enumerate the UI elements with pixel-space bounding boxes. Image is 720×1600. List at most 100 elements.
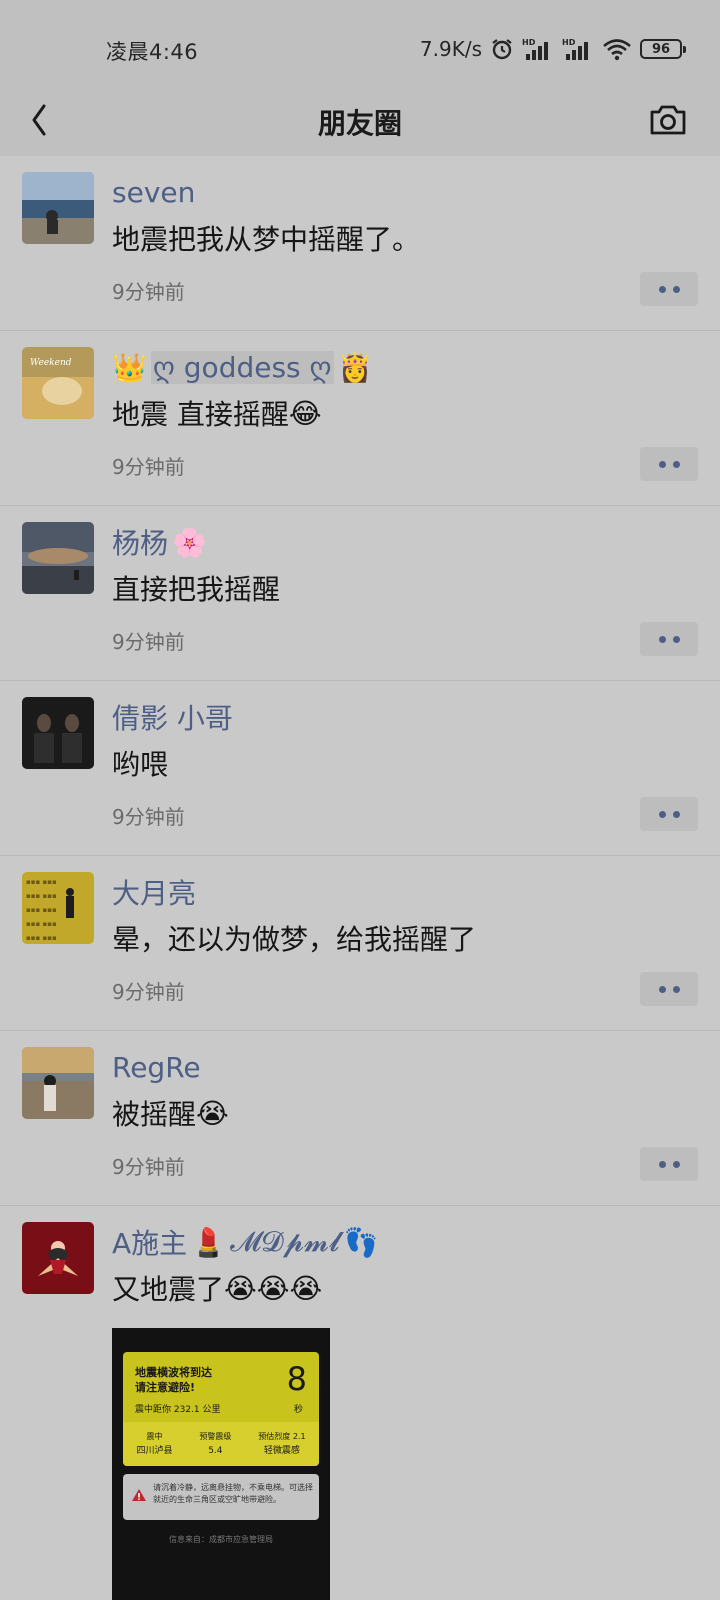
alert-warning: 请沉着冷静，远离悬挂物，不乘电梯。可选择就近的生命三角区或空旷地带避险。 xyxy=(123,1474,319,1520)
post-author[interactable]: 杨杨 🌸 xyxy=(112,522,207,562)
post-content: 直接把我摇醒 xyxy=(112,573,281,606)
post-author[interactable]: RegRe xyxy=(112,1047,201,1087)
post-content: 晕，还以为做梦，给我摇醒了 xyxy=(112,923,477,956)
camera-button[interactable] xyxy=(644,96,692,144)
alert-source: 信息来自：成都市应急管理局 xyxy=(169,1535,273,1544)
more-button[interactable] xyxy=(640,272,698,306)
more-button[interactable] xyxy=(640,447,698,481)
moment-post: 杨杨 🌸 直接把我摇醒 9分钟前 xyxy=(0,506,720,681)
moment-post: ▪▪▪ ▪▪▪ ▪▪▪ ▪▪▪ ▪▪▪ ▪▪▪ ▪▪▪ ▪▪▪ ▪▪▪ ▪▪▪ 大月亮 … xyxy=(0,856,720,1031)
status-time: 凌晨4:46 xyxy=(106,40,199,64)
camera-icon xyxy=(650,105,686,135)
post-time: 9分钟前 xyxy=(112,805,185,829)
svg-text:▪▪▪ ▪▪▪: ▪▪▪ ▪▪▪ xyxy=(26,878,57,886)
alarm-icon xyxy=(490,37,514,61)
svg-text:▪▪▪ ▪▪▪: ▪▪▪ ▪▪▪ xyxy=(26,892,57,900)
top-nav: 朋友圈 xyxy=(0,88,720,156)
dot-icon xyxy=(658,460,666,468)
more-button[interactable] xyxy=(640,1147,698,1181)
post-content: 地震把我从梦中摇醒了。 xyxy=(112,223,421,256)
intensity-label: 预估烈度 2.1 xyxy=(258,1432,306,1441)
alert-subtitle: 请注意避险! xyxy=(135,1381,196,1394)
crying-emoji: 😭 xyxy=(196,1096,229,1130)
avatar[interactable] xyxy=(22,1047,94,1119)
dot-icon xyxy=(672,285,680,293)
alert-title: 地震横波将到达 xyxy=(135,1366,212,1379)
svg-text:▪▪▪ ▪▪▪: ▪▪▪ ▪▪▪ xyxy=(26,920,57,928)
post-time: 9分钟前 xyxy=(112,1155,185,1179)
more-button[interactable] xyxy=(640,622,698,656)
status-bar: 凌晨4:46 7.9K/s HD HD 96 xyxy=(0,0,720,88)
post-author[interactable]: 大月亮 xyxy=(112,872,196,912)
post-image[interactable]: 地震横波将到达 请注意避险! 8 秒 震中距你 232.1 公里 震中 四川泸县… xyxy=(112,1328,330,1600)
wifi-icon xyxy=(602,37,632,61)
svg-text:▪▪▪ ▪▪▪: ▪▪▪ ▪▪▪ xyxy=(26,934,57,942)
svg-text:HD: HD xyxy=(522,38,536,47)
svg-text:Weekend: Weekend xyxy=(30,358,72,368)
dot-icon xyxy=(658,1160,666,1168)
epicenter-label: 震中 xyxy=(146,1432,163,1441)
avatar[interactable] xyxy=(22,1222,94,1294)
dot-icon xyxy=(672,985,680,993)
post-author[interactable]: seven xyxy=(112,172,195,212)
hd-signal-icon: HD xyxy=(562,37,594,61)
laughing-emoji: 😂 xyxy=(288,396,322,430)
post-content-text: 地震 直接摇醒 xyxy=(112,398,289,431)
avatar[interactable] xyxy=(22,172,94,244)
avatar[interactable]: ▪▪▪ ▪▪▪ ▪▪▪ ▪▪▪ ▪▪▪ ▪▪▪ ▪▪▪ ▪▪▪ ▪▪▪ ▪▪▪ xyxy=(22,872,94,944)
alert-unit: 秒 xyxy=(293,1405,303,1415)
dot-icon xyxy=(658,635,666,643)
dot-icon xyxy=(658,810,666,818)
post-author[interactable]: 👑 ღ goddess ღ 👸 xyxy=(112,347,372,387)
dot-icon xyxy=(672,635,680,643)
footprints-emoji: 👣 xyxy=(343,1225,379,1259)
alert-distance: 震中距你 232.1 公里 xyxy=(135,1405,221,1415)
moment-post: 倩影 小哥 哟喂 9分钟前 xyxy=(0,681,720,856)
epicenter-value: 四川泸县 xyxy=(136,1446,173,1456)
crown-emoji: 👑 xyxy=(112,350,147,384)
dot-icon xyxy=(658,285,666,293)
alert-epicenter: 震中 四川泸县 xyxy=(136,1430,172,1458)
alert-countdown: 8 xyxy=(286,1360,307,1398)
post-content: 地震 直接摇醒 😂 xyxy=(112,393,322,433)
dot-icon xyxy=(672,810,680,818)
moment-post: A施主 💄 𝓜𝓓𝓹𝓶𝓵 👣 又地震了 😭😭😭 xyxy=(0,1206,720,1600)
alert-magnitude: 预警震级 5.4 xyxy=(199,1430,231,1458)
avatar[interactable] xyxy=(22,522,94,594)
page-title: 朋友圈 xyxy=(317,107,402,140)
post-content-text: 又地震了 xyxy=(112,1273,225,1306)
avatar[interactable] xyxy=(22,697,94,769)
alert-intensity: 预估烈度 2.1 轻微震感 xyxy=(258,1430,305,1458)
more-button[interactable] xyxy=(640,797,698,831)
net-speed: 7.9K/s xyxy=(419,37,482,61)
post-content-text: 被摇醒 xyxy=(112,1098,197,1131)
battery-icon: 96 xyxy=(640,39,686,59)
post-time: 9分钟前 xyxy=(112,980,185,1004)
post-author[interactable]: 倩影 小哥 xyxy=(112,697,233,737)
svg-text:▪▪▪ ▪▪▪: ▪▪▪ ▪▪▪ xyxy=(26,906,57,914)
avatar[interactable]: Weekend xyxy=(22,347,94,419)
status-icons: 7.9K/s HD HD 96 xyxy=(419,34,686,64)
magnitude-label: 预警震级 xyxy=(199,1432,232,1441)
intensity-value: 轻微震感 xyxy=(263,1446,300,1456)
warning-icon xyxy=(132,1489,146,1501)
post-author-name: ღ goddess ღ xyxy=(150,350,334,384)
post-author-suffix: 𝓜𝓓𝓹𝓶𝓵 xyxy=(230,1225,340,1258)
alert-panel: 地震横波将到达 请注意避险! 8 秒 震中距你 232.1 公里 震中 四川泸县… xyxy=(123,1352,319,1466)
moment-post: RegRe 被摇醒 😭 9分钟前 xyxy=(0,1031,720,1206)
post-author-name: A施主 xyxy=(112,1227,188,1260)
post-author[interactable]: A施主 💄 𝓜𝓓𝓹𝓶𝓵 👣 xyxy=(112,1222,379,1262)
post-author-name: 杨杨 xyxy=(112,527,169,560)
dot-icon xyxy=(672,460,680,468)
lipstick-emoji: 💄 xyxy=(191,1225,227,1259)
moment-post: Weekend 👑 ღ goddess ღ 👸 地震 直接摇醒 😂 9分钟前 xyxy=(0,331,720,506)
blossom-emoji: 🌸 xyxy=(172,525,207,559)
post-time: 9分钟前 xyxy=(112,630,185,654)
hd-signal-icon: HD xyxy=(522,37,554,61)
warning-text: 请沉着冷静，远离悬挂物，不乘电梯。可选择就近的生命三角区或空旷地带避险。 xyxy=(153,1483,313,1504)
moments-feed: seven 地震把我从梦中摇醒了。 9分钟前 Weekend 👑 ღ godde… xyxy=(0,156,720,1600)
post-content: 被摇醒 😭 xyxy=(112,1093,229,1133)
post-content: 又地震了 😭😭😭 xyxy=(112,1268,322,1308)
magnitude-value: 5.4 xyxy=(208,1446,223,1456)
more-button[interactable] xyxy=(640,972,698,1006)
